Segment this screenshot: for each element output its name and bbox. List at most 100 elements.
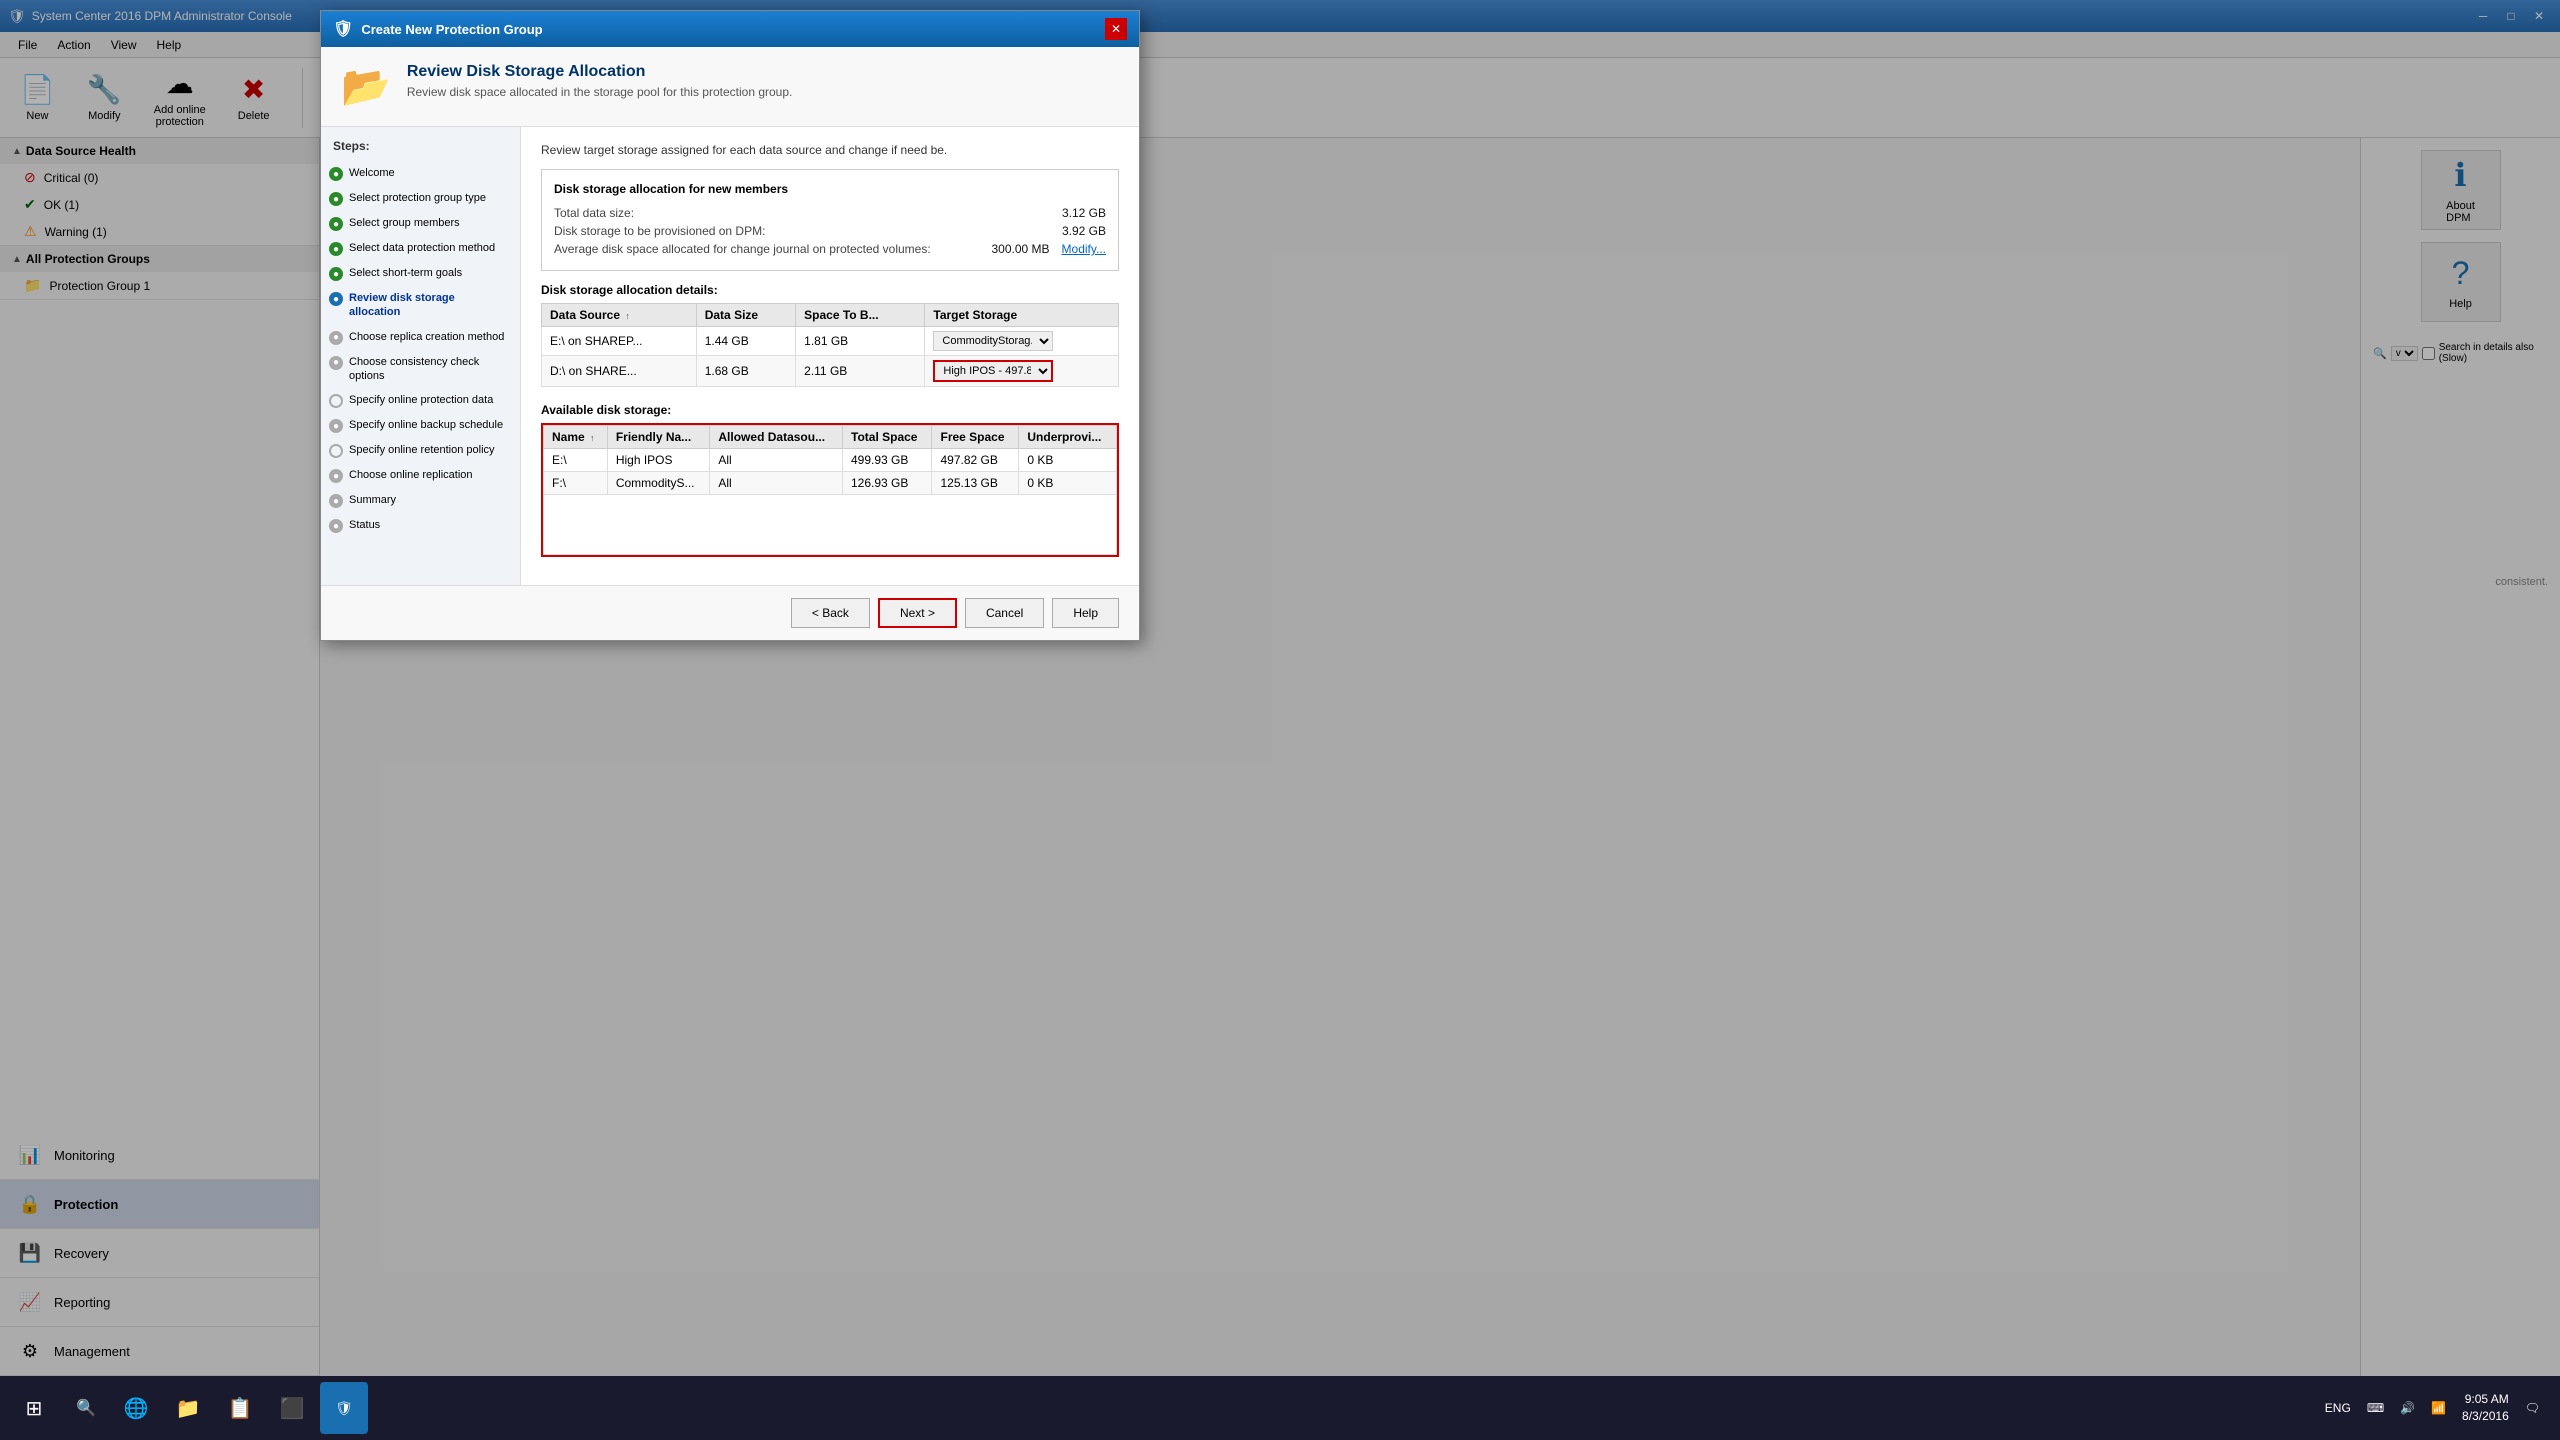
avail-free-1: 497.82 GB: [932, 449, 1019, 472]
back-button[interactable]: < Back: [791, 598, 870, 628]
step-summary[interactable]: ● Summary: [321, 488, 520, 513]
disk-provisioned-label: Disk storage to be provisioned on DPM:: [554, 224, 765, 238]
dialog-body: Steps: ● Welcome ● Select protection gro…: [321, 127, 1139, 585]
taskbar-dpm-icon[interactable]: 🛡: [320, 1382, 368, 1434]
step-select-members[interactable]: ● Select group members: [321, 211, 520, 236]
step-protection-method[interactable]: ● Select data protection method: [321, 236, 520, 261]
taskbar-time: 9:05 AM: [2462, 1391, 2509, 1408]
alloc-space-2: 2.11 GB: [796, 356, 925, 387]
step-online-data[interactable]: Specify online protection data: [321, 388, 520, 413]
taskbar-terminal-icon[interactable]: ⬛: [268, 1382, 316, 1434]
step-welcome[interactable]: ● Welcome: [321, 161, 520, 186]
avail-col-free[interactable]: Free Space: [932, 426, 1019, 449]
avail-col-friendly[interactable]: Friendly Na...: [607, 426, 710, 449]
step-dot-welcome: ●: [329, 167, 343, 181]
step-online-backup[interactable]: ● Specify online backup schedule: [321, 413, 520, 438]
taskbar-notes-icon[interactable]: 📋: [216, 1382, 264, 1434]
total-data-label: Total data size:: [554, 206, 634, 220]
dialog-header-text: Review Disk Storage Allocation Review di…: [407, 63, 793, 99]
allocation-details-title: Disk storage allocation details:: [541, 283, 1119, 297]
avail-name-1: E:\: [544, 449, 608, 472]
avg-disk-row: Average disk space allocated for change …: [554, 240, 1106, 258]
step-dot-type: ●: [329, 192, 343, 206]
available-storage-section: Available disk storage: Name ↑: [541, 403, 1119, 557]
step-dot-online-data: [329, 394, 343, 408]
taskbar-lang: ENG: [2325, 1401, 2351, 1415]
col-space-to-be[interactable]: Space To B...: [796, 304, 925, 327]
alloc-target-1: CommodityStorag...: [925, 327, 1119, 356]
step-online-replication[interactable]: ● Choose online replication: [321, 463, 520, 488]
alloc-size-2: 1.68 GB: [696, 356, 795, 387]
create-protection-group-dialog: 🛡 Create New Protection Group ✕ 📂 Review…: [320, 10, 1140, 641]
taskbar-pinned-apps: 🌐 📁 📋 ⬛ 🛡: [112, 1382, 368, 1434]
taskbar-date: 8/3/2016: [2462, 1408, 2509, 1425]
step-short-term[interactable]: ● Select short-term goals: [321, 261, 520, 286]
col-data-source[interactable]: Data Source ↑: [542, 304, 697, 327]
step-dot-status: ●: [329, 519, 343, 533]
dialog-titlebar: 🛡 Create New Protection Group ✕: [321, 11, 1139, 47]
dialog-header-desc: Review disk space allocated in the stora…: [407, 85, 793, 99]
avail-col-total[interactable]: Total Space: [843, 426, 932, 449]
avail-under-1: 0 KB: [1019, 449, 1117, 472]
step-consistency[interactable]: ● Choose consistency check options: [321, 350, 520, 389]
target-storage-select-2[interactable]: High IPOS - 497.82...: [933, 360, 1053, 382]
avail-total-2: 126.93 GB: [843, 472, 932, 495]
step-disk-storage[interactable]: ● Review disk storage allocation: [321, 286, 520, 325]
step-label-shortterm: Select short-term goals: [349, 266, 462, 280]
total-data-row: Total data size: 3.12 GB: [554, 204, 1106, 222]
alloc-size-1: 1.44 GB: [696, 327, 795, 356]
avail-row-1: E:\ High IPOS All 499.93 GB 497.82 GB 0 …: [544, 449, 1117, 472]
step-online-retention[interactable]: Specify online retention policy: [321, 438, 520, 463]
step-label-replica: Choose replica creation method: [349, 330, 504, 344]
taskbar-search-button[interactable]: 🔍: [60, 1382, 112, 1434]
step-dot-replica: ●: [329, 331, 343, 345]
avail-col-name[interactable]: Name ↑: [544, 426, 608, 449]
step-status[interactable]: ● Status: [321, 513, 520, 538]
step-replica[interactable]: ● Choose replica creation method: [321, 325, 520, 350]
steps-panel: Steps: ● Welcome ● Select protection gro…: [321, 127, 521, 585]
step-dot-consistency: ●: [329, 356, 343, 370]
step-label-type: Select protection group type: [349, 191, 486, 205]
step-label-online-retention: Specify online retention policy: [349, 443, 495, 457]
next-button[interactable]: Next >: [878, 598, 957, 628]
start-button[interactable]: ⊞: [8, 1382, 60, 1434]
dialog-close-button[interactable]: ✕: [1105, 18, 1127, 40]
avg-disk-label: Average disk space allocated for change …: [554, 242, 931, 256]
step-label-status: Status: [349, 518, 380, 532]
sort-icon-name: ↑: [590, 433, 595, 443]
taskbar-folder-icon[interactable]: 📁: [164, 1382, 212, 1434]
cancel-button[interactable]: Cancel: [965, 598, 1044, 628]
taskbar-right: ENG ⌨ 🔊 📶 9:05 AM 8/3/2016 🗨: [2325, 1391, 2552, 1425]
target-storage-select-1[interactable]: CommodityStorag...: [933, 331, 1053, 351]
taskbar-network-icon[interactable]: 📶: [2431, 1401, 2446, 1415]
alloc-source-1: E:\ on SHAREP...: [542, 327, 697, 356]
avail-free-2: 125.13 GB: [932, 472, 1019, 495]
avail-name-2: F:\: [544, 472, 608, 495]
step-dot-shortterm: ●: [329, 267, 343, 281]
help-dialog-button[interactable]: Help: [1052, 598, 1119, 628]
avail-under-2: 0 KB: [1019, 472, 1117, 495]
disk-provisioned-value: 3.92 GB: [1062, 224, 1106, 238]
dialog-title: Create New Protection Group: [361, 22, 1105, 37]
col-target-storage[interactable]: Target Storage: [925, 304, 1119, 327]
avg-disk-value: 300.00 MB: [991, 242, 1049, 256]
taskbar-keyboard-icon: ⌨: [2367, 1401, 2384, 1415]
taskbar-edge-icon[interactable]: 🌐: [112, 1382, 160, 1434]
taskbar-volume-icon[interactable]: 🔊: [2400, 1401, 2415, 1415]
avail-col-under[interactable]: Underprovi...: [1019, 426, 1117, 449]
step-dot-online-backup: ●: [329, 419, 343, 433]
available-table: Name ↑ Friendly Na... Allowed Datasou...: [543, 425, 1117, 555]
taskbar-notification-icon[interactable]: 🗨: [2525, 1401, 2540, 1415]
step-label-online-data: Specify online protection data: [349, 393, 493, 407]
dialog-header-icon: 📂: [341, 63, 391, 110]
disk-provisioned-row: Disk storage to be provisioned on DPM: 3…: [554, 222, 1106, 240]
modify-link[interactable]: Modify...: [1062, 242, 1106, 256]
avail-col-allowed[interactable]: Allowed Datasou...: [710, 426, 843, 449]
step-dot-summary: ●: [329, 494, 343, 508]
step-dot-disk: ●: [329, 292, 343, 306]
step-label-summary: Summary: [349, 493, 396, 507]
col-data-size[interactable]: Data Size: [696, 304, 795, 327]
dialog-main-content: Review target storage assigned for each …: [521, 127, 1139, 585]
step-select-type[interactable]: ● Select protection group type: [321, 186, 520, 211]
dialog-header-title: Review Disk Storage Allocation: [407, 63, 793, 81]
